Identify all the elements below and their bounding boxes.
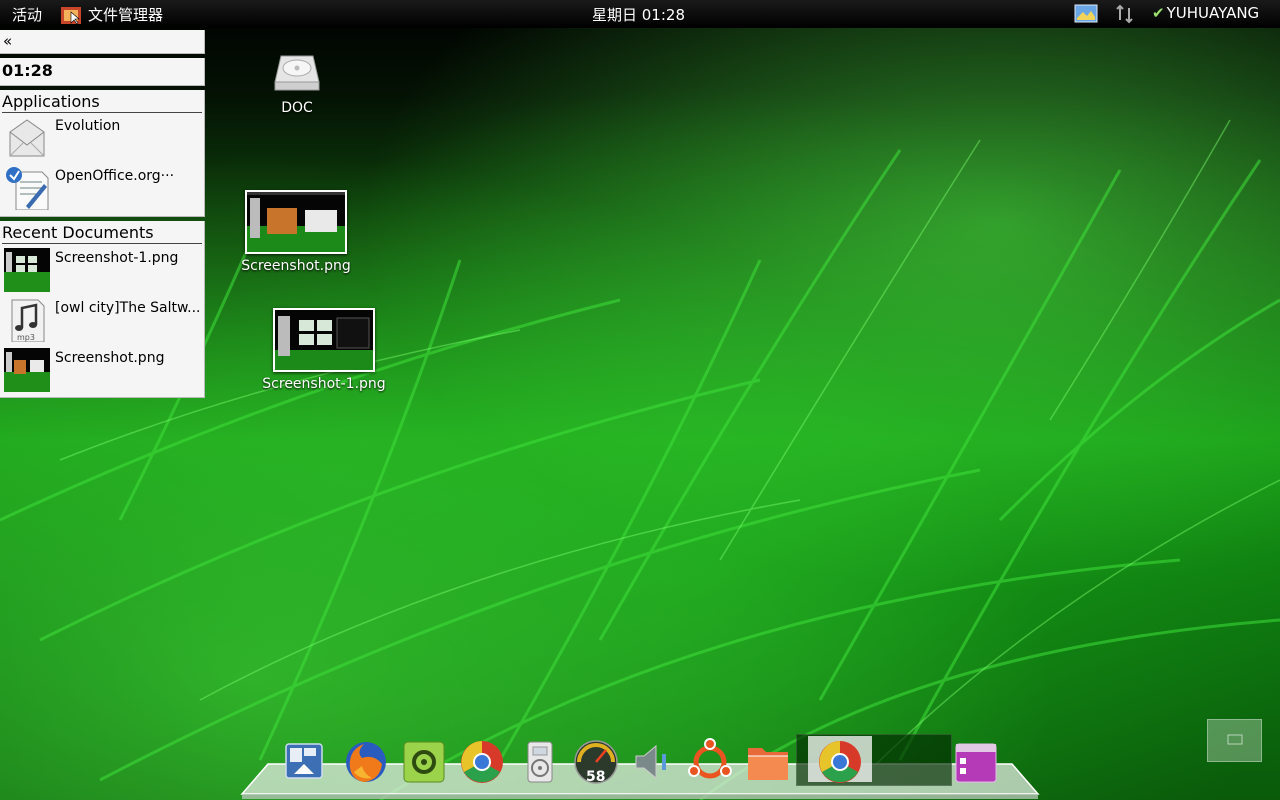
recent-label: [owl city]The Saltw... [55,300,201,316]
activities-button[interactable]: 活动 [12,4,42,25]
keyboard-button[interactable] [1207,719,1262,762]
desktop-icon-doc[interactable]: DOC [262,52,332,116]
check-icon: ✔ [1152,4,1165,22]
folder-icon[interactable] [744,738,792,786]
image-thumbnail-icon [273,308,375,372]
recent-label: Screenshot.png [55,350,165,366]
system-settings-icon[interactable] [400,738,448,786]
mp3-badge: mp3 [17,333,35,342]
app-entry-openoffice[interactable]: OpenOffice.org··· [2,164,202,212]
writer-document-icon [6,167,49,210]
image-thumbnail-icon [4,348,50,392]
desktop-icon-screenshot[interactable]: Screenshot.png [240,190,352,274]
network-arrows-icon[interactable] [1114,3,1136,25]
volume-icon[interactable] [628,738,676,786]
panel-collapse-button[interactable]: « [0,30,205,54]
mp3-file-icon: mp3 [11,299,45,342]
show-desktop-icon[interactable] [280,738,328,786]
terminal-app-icon[interactable] [952,738,1000,786]
chrome-window-icon[interactable] [816,738,864,786]
ubuntu-icon[interactable] [686,738,734,786]
display-icon[interactable] [1074,3,1098,25]
panel-clock: 01:28 [0,58,205,86]
image-thumbnail-icon [4,248,50,292]
desktop-icon-label: Screenshot-1.png [262,376,386,392]
panel-time: 01:28 [2,61,53,80]
app-menu[interactable]: 文件管理器 [60,4,163,25]
user-menu[interactable]: ✔ YUHUAYANG [1152,4,1259,22]
monitor-badge: 58 [586,769,605,785]
system-monitor-icon[interactable]: 58 [572,738,620,786]
image-thumbnail-icon [245,190,347,254]
firefox-icon[interactable] [342,738,390,786]
drive-icon [274,55,320,91]
user-name: YUHUAYANG [1166,4,1260,22]
app-label: Evolution [55,118,121,134]
desktop-icon-screenshot-1[interactable]: Screenshot-1.png [260,308,388,392]
app-label: OpenOffice.org··· [55,168,175,184]
recent-label: Screenshot-1.png [55,250,179,266]
recent-entry-screenshot-1[interactable]: Screenshot-1.png [2,246,202,294]
applications-title: Applications [2,92,202,113]
top-bar: 活动 文件管理器 星期日 01:28 ✔ YUHUAYANG [0,0,1280,28]
recent-documents-title: Recent Documents [2,223,202,244]
file-manager-icon [61,6,81,24]
app-menu-label: 文件管理器 [88,6,164,24]
recent-documents-section: Recent Documents Screenshot-1.png mp3 [o… [0,221,205,398]
keyboard-icon [1227,734,1243,745]
dock: 58 [240,732,1040,800]
app-entry-evolution[interactable]: Evolution [2,114,202,162]
collapse-label: « [3,32,13,50]
clock[interactable]: 星期日 01:28 [592,4,685,25]
desktop-icon-label: DOC [281,100,313,116]
applications-section: Applications Evolution OpenOffice.org··· [0,90,205,217]
mail-envelope-icon [9,119,45,157]
recent-entry-mp3[interactable]: mp3 [owl city]The Saltw... [2,296,202,344]
recent-entry-screenshot[interactable]: Screenshot.png [2,346,202,394]
media-player-icon[interactable] [516,738,564,786]
desktop-icon-label: Screenshot.png [241,258,351,274]
chrome-icon[interactable] [458,738,506,786]
